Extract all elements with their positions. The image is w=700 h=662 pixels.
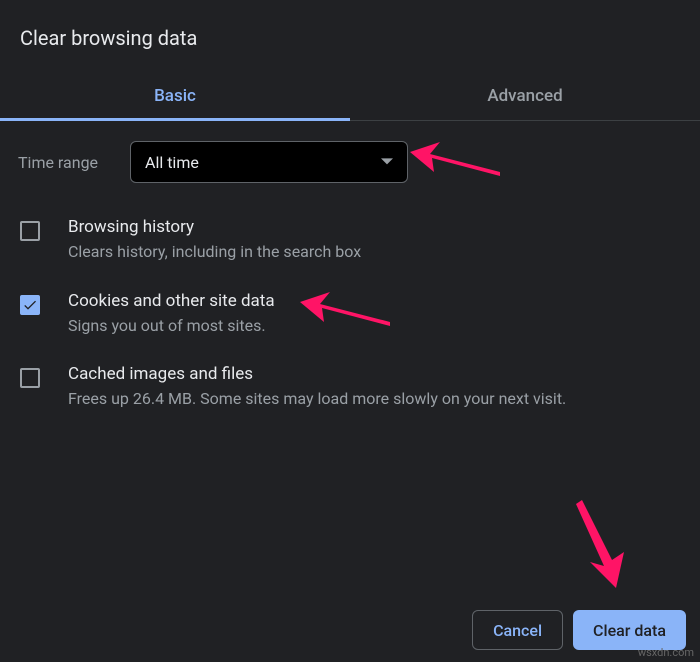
option-cookies: Cookies and other site data Signs you ou… (18, 281, 682, 355)
time-range-value: All time (145, 153, 199, 172)
dialog-footer: Cancel Clear data (472, 610, 686, 650)
tab-basic[interactable]: Basic (0, 72, 350, 120)
annotation-arrow-icon (572, 500, 642, 590)
option-title: Cached images and files (68, 364, 566, 384)
time-range-label: Time range (18, 153, 130, 172)
checkbox-cache[interactable] (20, 368, 40, 388)
option-cache: Cached images and files Frees up 26.4 MB… (18, 354, 682, 428)
chevron-down-icon (381, 153, 393, 172)
option-title: Cookies and other site data (68, 291, 275, 311)
option-desc: Clears history, including in the search … (68, 241, 361, 263)
time-range-select[interactable]: All time (130, 141, 408, 183)
checkbox-browsing-history[interactable] (20, 221, 40, 241)
option-title: Browsing history (68, 217, 361, 237)
clear-data-button[interactable]: Clear data (573, 610, 686, 650)
option-browsing-history: Browsing history Clears history, includi… (18, 207, 682, 281)
dialog-title: Clear browsing data (0, 0, 700, 72)
option-desc: Frees up 26.4 MB. Some sites may load mo… (68, 388, 566, 410)
tab-bar: Basic Advanced (0, 72, 700, 121)
option-desc: Signs you out of most sites. (68, 315, 275, 337)
cancel-button[interactable]: Cancel (472, 610, 563, 650)
watermark: wsxdn.com (638, 646, 694, 659)
checkbox-cookies[interactable] (20, 295, 40, 315)
tab-advanced[interactable]: Advanced (350, 72, 700, 120)
